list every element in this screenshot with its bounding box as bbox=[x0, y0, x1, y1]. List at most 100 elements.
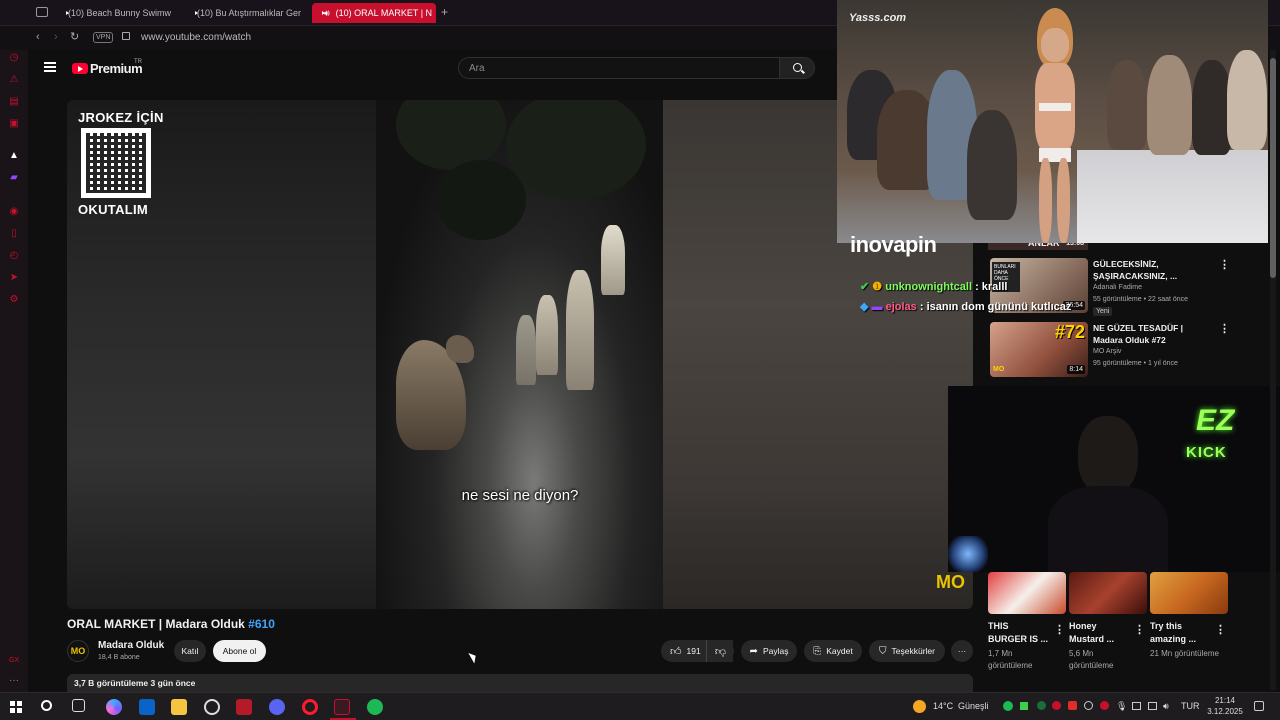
discord-icon[interactable] bbox=[269, 699, 285, 715]
steam-icon[interactable] bbox=[204, 699, 220, 715]
short-title-1[interactable]: THIS BURGER IS ... bbox=[988, 620, 1048, 646]
clock-time: 21:14 bbox=[1214, 696, 1236, 705]
sun-icon[interactable] bbox=[913, 700, 926, 713]
volume-icon[interactable]: 🔊︎ bbox=[1163, 701, 1169, 712]
microphone-icon[interactable]: 🎙︎ bbox=[1116, 701, 1127, 712]
subscribe-button[interactable]: Abone ol bbox=[213, 640, 266, 662]
channel-avatar[interactable]: MO bbox=[67, 640, 89, 662]
thumb-mo-logo: MO bbox=[993, 366, 1005, 373]
tab-atistirmaliklar[interactable]: (10) Bu Atıştırmalıklar Ger bbox=[185, 3, 305, 23]
messenger-icon[interactable]: ▤ bbox=[8, 96, 20, 108]
file-explorer-icon[interactable] bbox=[171, 699, 187, 715]
rec-menu-icon[interactable]: ⋮ bbox=[1219, 258, 1230, 271]
thanks-label: Teşekkürler bbox=[891, 646, 935, 656]
thumbs-up-icon: 👍︎ bbox=[670, 645, 682, 658]
chat-user: unknownightcall bbox=[885, 281, 972, 293]
rec-menu-icon[interactable]: ⋮ bbox=[1219, 322, 1230, 335]
spotify-icon[interactable] bbox=[367, 699, 383, 715]
history-icon[interactable]: ◷ bbox=[8, 52, 20, 64]
short-menu-icon[interactable]: ⋮ bbox=[1215, 623, 1226, 636]
task-view-icon[interactable] bbox=[72, 699, 85, 712]
new-tab-button[interactable]: + bbox=[441, 5, 448, 19]
share-button[interactable]: ➦ Paylaş bbox=[741, 640, 797, 662]
search-input[interactable]: Ara bbox=[458, 57, 780, 79]
tray-app-icon[interactable] bbox=[1100, 701, 1109, 710]
clock-icon[interactable]: ◴ bbox=[8, 250, 20, 262]
save-button[interactable]: ⎘ Kaydet bbox=[804, 640, 862, 662]
kick-logo: KICK bbox=[1186, 444, 1227, 461]
short-menu-icon[interactable]: ⋮ bbox=[1054, 623, 1065, 636]
qr-title-top: JROKEZ İÇİN bbox=[78, 110, 164, 125]
rec-channel-2[interactable]: MO Arşiv bbox=[1093, 348, 1121, 355]
short-thumbnail-1[interactable] bbox=[988, 572, 1066, 614]
url-field[interactable]: www.youtube.com/watch bbox=[141, 32, 251, 43]
channel-name[interactable]: Madara Olduk bbox=[98, 640, 164, 651]
player-icon[interactable]: ◉ bbox=[8, 206, 20, 218]
join-button[interactable]: Katıl bbox=[174, 640, 206, 662]
opera-gx-icon[interactable] bbox=[334, 699, 350, 715]
new-badge: Yeni bbox=[1093, 307, 1113, 316]
tab-list-icon[interactable] bbox=[36, 7, 48, 17]
like-count: 191 bbox=[686, 646, 701, 656]
aria-icon[interactable]: ▲ bbox=[8, 150, 20, 162]
send-icon[interactable]: ➤ bbox=[8, 272, 20, 284]
back-icon[interactable]: ‹ bbox=[36, 31, 40, 43]
tray-app-icon[interactable] bbox=[1037, 701, 1046, 710]
instagram-icon[interactable]: ▣ bbox=[8, 118, 20, 130]
bookmark-icon: ⎘ bbox=[813, 645, 822, 657]
language-indicator[interactable]: TUR bbox=[1181, 701, 1200, 711]
twitch-icon[interactable]: ▰ bbox=[8, 172, 20, 184]
tray-app-icon[interactable] bbox=[1068, 701, 1077, 710]
network-icon[interactable] bbox=[1148, 702, 1157, 710]
rec-title-2[interactable]: NE GÜZEL TESADÜF | Madara Olduk #72 bbox=[1093, 322, 1208, 346]
notifications-icon[interactable] bbox=[1254, 701, 1264, 711]
short-thumbnail-3[interactable] bbox=[1150, 572, 1228, 614]
rec-thumbnail-2[interactable]: #72 MO 8:14 bbox=[990, 322, 1088, 377]
copilot-icon[interactable] bbox=[106, 699, 122, 715]
stream-overlay-runway: Yasss.com bbox=[837, 0, 1268, 243]
more-icon[interactable]: ··· bbox=[8, 675, 20, 687]
reload-icon[interactable]: ↻ bbox=[70, 30, 79, 43]
streamer-webcam: EZ KICK bbox=[948, 386, 1280, 572]
gx-icon[interactable]: GX bbox=[8, 655, 20, 667]
tray-app-icon[interactable] bbox=[1020, 702, 1028, 710]
windows-start-icon[interactable] bbox=[10, 701, 22, 713]
opera-icon[interactable] bbox=[302, 699, 318, 715]
thanks-button[interactable]: ⛉ Teşekkürler bbox=[869, 640, 945, 662]
chat-badge-icon: ▬ bbox=[871, 301, 883, 313]
short-menu-icon[interactable]: ⋮ bbox=[1134, 623, 1145, 636]
tray-app-icon[interactable] bbox=[1052, 701, 1061, 710]
outlook-icon[interactable] bbox=[139, 699, 155, 715]
dislike-button[interactable]: 👎︎ bbox=[706, 640, 734, 662]
scrollbar-thumb[interactable] bbox=[1270, 58, 1276, 278]
tray-app-icon[interactable] bbox=[1084, 701, 1093, 710]
forward-icon[interactable]: › bbox=[54, 31, 58, 43]
tray-spotify-icon[interactable] bbox=[1003, 701, 1013, 711]
tab-beach-bunny[interactable]: (10) Beach Bunny Swimw bbox=[56, 3, 176, 23]
short-title-3[interactable]: Try this amazing ... bbox=[1150, 620, 1210, 646]
app-red-icon[interactable] bbox=[236, 699, 252, 715]
kick-ez-logo: EZ bbox=[1196, 404, 1235, 437]
rec-title-1[interactable]: GÜLECEKSİNİZ, ŞAŞIRACAKSINIZ, ... bbox=[1093, 258, 1208, 282]
hashtag-link[interactable]: #610 bbox=[248, 617, 275, 631]
weather-text[interactable]: Güneşli bbox=[958, 701, 989, 711]
bookmarks-icon[interactable]: ▯ bbox=[8, 228, 20, 240]
lock-icon[interactable] bbox=[122, 32, 130, 40]
short-title-2[interactable]: Honey Mustard ... bbox=[1069, 620, 1129, 646]
search-icon[interactable] bbox=[41, 700, 52, 711]
clock[interactable]: 21:14 3.12.2025 bbox=[1206, 696, 1244, 716]
duration-badge: 8:14 bbox=[1067, 365, 1085, 374]
search-button[interactable] bbox=[779, 57, 815, 79]
description-box[interactable]: 3,7 B görüntüleme 3 gün önce bbox=[67, 674, 973, 692]
menu-icon[interactable] bbox=[44, 62, 56, 72]
tray-app-icon[interactable] bbox=[1132, 702, 1141, 710]
tab-oral-market[interactable]: 🔊︎ (10) ORAL MARKET | N bbox=[312, 3, 436, 23]
more-actions-button[interactable]: ··· bbox=[951, 640, 973, 662]
settings-gear-icon[interactable]: ⚙ bbox=[8, 294, 20, 306]
youtube-logo-icon[interactable] bbox=[72, 63, 88, 74]
weather-temp[interactable]: 14°C bbox=[933, 701, 953, 711]
rec-channel-1[interactable]: Adanalı Fadime bbox=[1093, 284, 1142, 291]
extension-icon[interactable]: ⚠ bbox=[8, 74, 20, 86]
vpn-badge[interactable]: VPN bbox=[93, 32, 114, 43]
short-thumbnail-2[interactable] bbox=[1069, 572, 1147, 614]
